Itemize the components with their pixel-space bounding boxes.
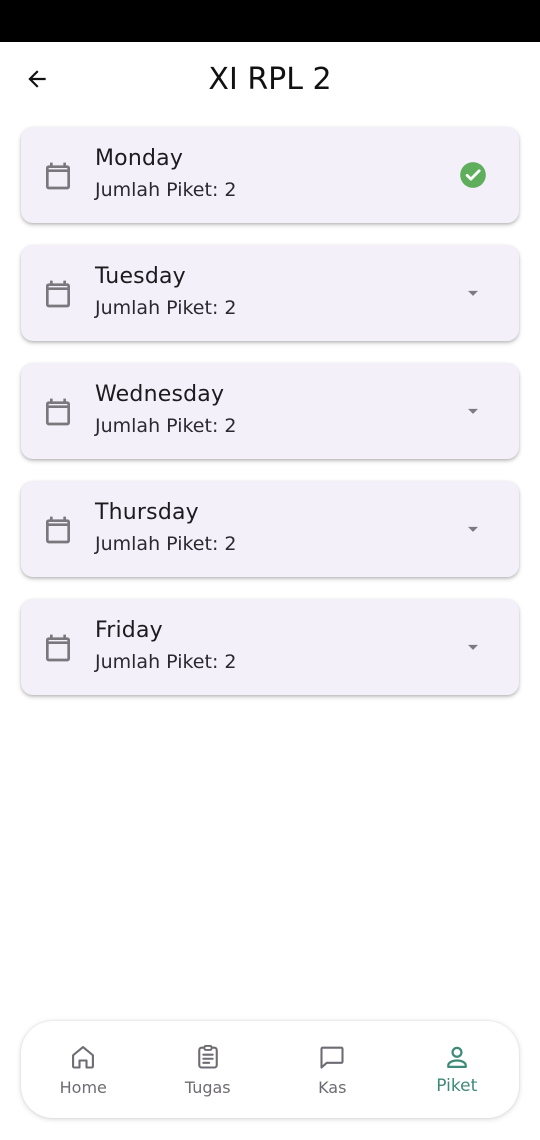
clipboard-icon <box>197 1044 218 1069</box>
expand-toggle[interactable] <box>459 279 487 307</box>
calendar-icon <box>46 280 70 308</box>
day-list: Monday Jumlah Piket: 2 Tuesday Jumlah Pi… <box>21 127 519 717</box>
nav-item-kas[interactable]: Kas <box>270 1021 395 1118</box>
person-icon <box>446 1046 467 1069</box>
home-icon <box>72 1046 95 1069</box>
day-piket-count: Jumlah Piket: 2 <box>95 179 237 201</box>
nav-item-tugas[interactable]: Tugas <box>146 1021 271 1118</box>
check-circle-icon <box>460 162 486 188</box>
nav-item-home[interactable]: Home <box>21 1021 146 1118</box>
day-card-monday[interactable]: Monday Jumlah Piket: 2 <box>21 127 519 223</box>
calendar-icon <box>46 162 70 190</box>
nav-item-piket[interactable]: Piket <box>395 1021 520 1118</box>
day-card-friday[interactable]: Friday Jumlah Piket: 2 <box>21 599 519 695</box>
expand-toggle[interactable] <box>459 397 487 425</box>
day-piket-count: Jumlah Piket: 2 <box>95 651 237 673</box>
day-card-thursday[interactable]: Thursday Jumlah Piket: 2 <box>21 481 519 577</box>
day-name: Thursday <box>95 500 199 525</box>
calendar-icon <box>46 398 70 426</box>
status-indicator <box>459 161 487 189</box>
calendar-icon <box>46 634 70 662</box>
day-piket-count: Jumlah Piket: 2 <box>95 297 237 319</box>
day-name: Tuesday <box>95 264 186 289</box>
expand-toggle[interactable] <box>459 515 487 543</box>
day-name: Friday <box>95 618 163 643</box>
nav-label: Kas <box>318 1078 347 1097</box>
status-bar <box>0 0 540 42</box>
dropdown-arrow-icon <box>468 290 478 296</box>
page-title: XI RPL 2 <box>208 62 332 97</box>
day-card-wednesday[interactable]: Wednesday Jumlah Piket: 2 <box>21 363 519 459</box>
nav-label: Home <box>59 1078 107 1097</box>
day-card-tuesday[interactable]: Tuesday Jumlah Piket: 2 <box>21 245 519 341</box>
dropdown-arrow-icon <box>468 644 478 650</box>
day-piket-count: Jumlah Piket: 2 <box>95 533 237 555</box>
calendar-icon <box>46 516 70 544</box>
dropdown-arrow-icon <box>468 526 478 532</box>
expand-toggle[interactable] <box>459 633 487 661</box>
bottom-navigation: Home Tugas Kas Piket <box>21 1021 519 1118</box>
day-name: Monday <box>95 146 184 171</box>
nav-label: Piket <box>436 1076 478 1096</box>
day-name: Wednesday <box>95 382 225 407</box>
chat-icon <box>320 1046 344 1069</box>
dropdown-arrow-icon <box>468 408 478 414</box>
nav-label: Tugas <box>184 1078 231 1097</box>
app-bar: XI RPL 2 <box>0 42 540 118</box>
day-piket-count: Jumlah Piket: 2 <box>95 415 237 437</box>
